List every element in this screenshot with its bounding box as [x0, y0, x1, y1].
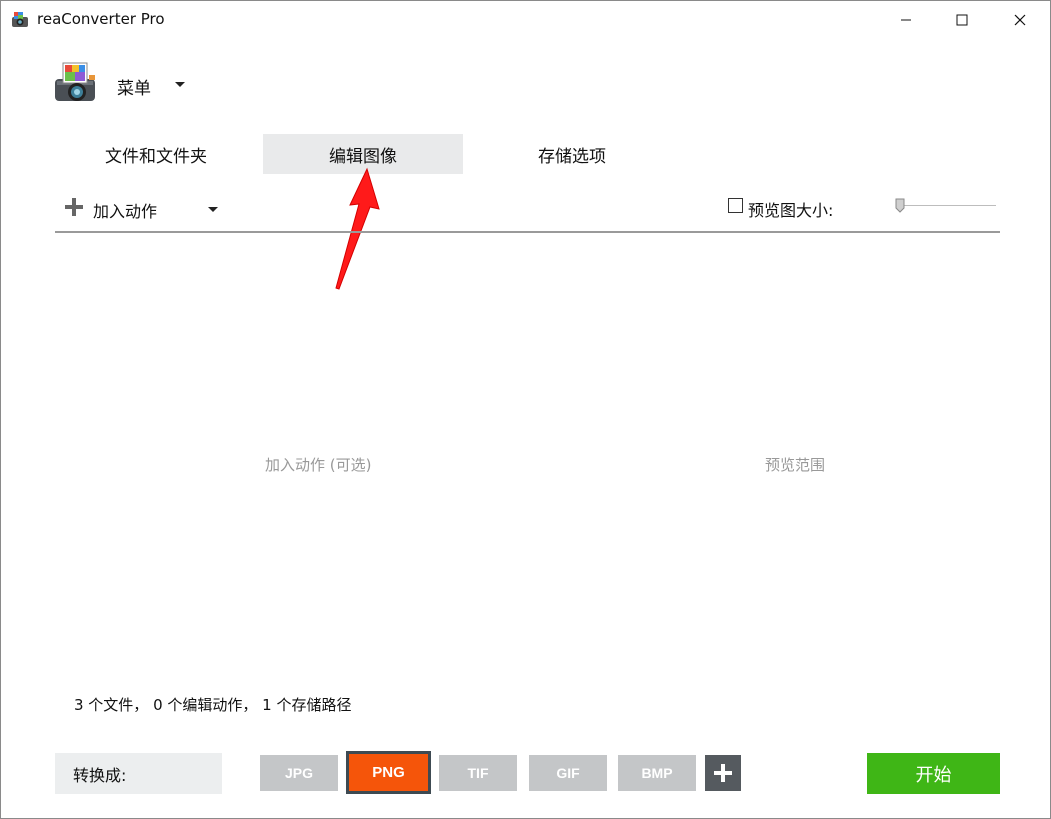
- preview-size-slider-track[interactable]: [899, 205, 996, 206]
- add-format-button[interactable]: [705, 755, 741, 791]
- camera-logo-icon[interactable]: [53, 61, 99, 105]
- preview-size-slider-thumb[interactable]: [895, 198, 905, 213]
- format-label: BMP: [641, 765, 673, 781]
- tab-storage-options[interactable]: 存储选项: [472, 134, 672, 174]
- close-icon: [1014, 14, 1026, 26]
- preview-size-label: 预览图大小:: [748, 201, 834, 220]
- add-action-button[interactable]: 加入动作: [93, 198, 157, 222]
- convert-to-label: 转换成:: [73, 765, 127, 785]
- format-button-bmp[interactable]: BMP: [618, 755, 696, 791]
- format-button-png[interactable]: PNG: [346, 751, 431, 794]
- menu-label[interactable]: 菜单: [117, 74, 151, 99]
- format-label: JPG: [284, 765, 313, 781]
- maximize-icon: [956, 14, 968, 26]
- format-label: GIF: [556, 765, 580, 781]
- tab-label: 文件和文件夹: [105, 146, 207, 167]
- app-window: reaConverter Pro 菜单 文件和文件夹 编辑图像 存储选项 加入动…: [0, 0, 1051, 819]
- tab-label: 编辑图像: [329, 146, 397, 167]
- minimize-button[interactable]: [877, 1, 935, 39]
- convert-to-label-box: 转换成:: [55, 753, 222, 794]
- actions-placeholder: 加入动作 (可选): [265, 456, 372, 474]
- minimize-icon: [901, 19, 911, 21]
- status-summary: 3 个文件， 0 个编辑动作， 1 个存储路径: [74, 696, 352, 714]
- format-button-tif[interactable]: TIF: [439, 755, 517, 791]
- camera-app-icon: [11, 11, 29, 29]
- chevron-down-icon[interactable]: [208, 207, 218, 212]
- close-button[interactable]: [991, 1, 1049, 39]
- red-annotation-arrow-icon: [335, 167, 380, 290]
- format-label: PNG: [372, 764, 405, 781]
- format-button-gif[interactable]: GIF: [529, 755, 607, 791]
- title-bar: reaConverter Pro: [1, 1, 1050, 39]
- preview-size-checkbox[interactable]: [728, 198, 743, 213]
- start-label: 开始: [915, 764, 952, 786]
- maximize-button[interactable]: [933, 1, 991, 39]
- format-label: TIF: [467, 765, 489, 781]
- plus-icon[interactable]: [65, 198, 83, 216]
- format-button-jpg[interactable]: JPG: [260, 755, 338, 791]
- plus-icon: [714, 764, 732, 782]
- preview-placeholder: 预览范围: [765, 456, 826, 474]
- tab-label: 存储选项: [538, 146, 606, 167]
- start-button[interactable]: 开始: [867, 753, 1000, 794]
- chevron-down-icon[interactable]: [175, 82, 185, 87]
- tab-files-and-folders[interactable]: 文件和文件夹: [56, 134, 256, 174]
- window-title: reaConverter Pro: [37, 10, 165, 28]
- toolbar-divider: [55, 231, 1000, 233]
